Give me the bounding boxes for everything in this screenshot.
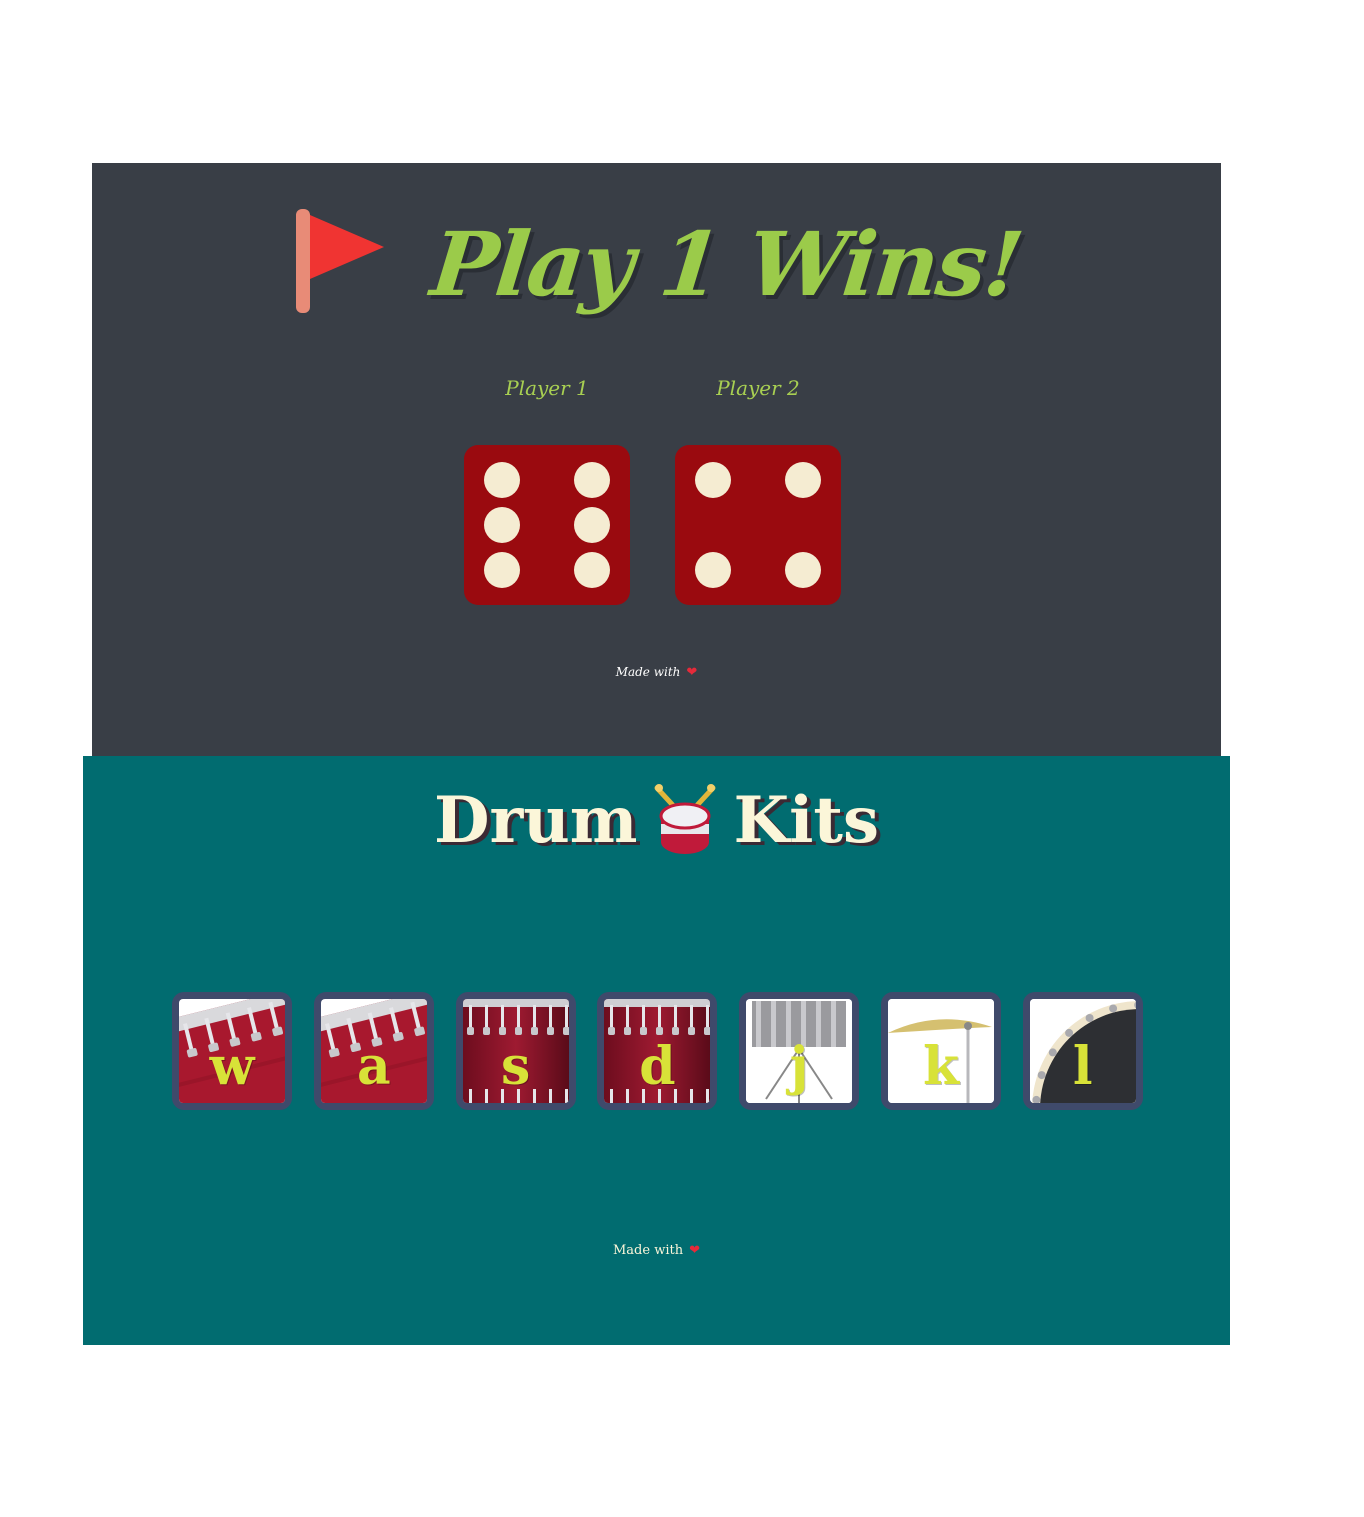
die-pip bbox=[785, 462, 821, 498]
heart-icon: ❤ bbox=[686, 665, 698, 680]
drum-footer: Made with ❤ bbox=[83, 1243, 1230, 1258]
drum-key-w[interactable]: w bbox=[172, 992, 292, 1110]
tom-4-image: d bbox=[604, 999, 711, 1103]
drum-key-s[interactable]: s bbox=[455, 992, 576, 1110]
dice-footer: Made with ❤ bbox=[92, 665, 1221, 680]
drum-kit-panel: Drum Kits w a s d j k l Made with ❤ bbox=[83, 756, 1230, 1345]
die-pip bbox=[484, 507, 520, 543]
footer-text: Made with bbox=[615, 665, 681, 679]
tom-1-image: w bbox=[179, 999, 285, 1103]
die-pip bbox=[695, 462, 731, 498]
tom-3-image: s bbox=[462, 999, 569, 1103]
drum-key-d[interactable]: d bbox=[597, 992, 718, 1110]
player-2-label: Player 2 bbox=[716, 376, 800, 400]
drum-title: Drum Kits bbox=[83, 780, 1230, 860]
red-flag-icon bbox=[295, 209, 384, 313]
dice-game-panel: Play 1 Wins! Player 1 Player 2 Made with… bbox=[92, 163, 1221, 756]
dice-title: Play 1 Wins! bbox=[92, 199, 1221, 329]
drum-title-right: Kits bbox=[733, 782, 879, 858]
drum-title-left: Drum bbox=[434, 782, 638, 858]
snare-image: j bbox=[746, 999, 853, 1103]
drum-key-label: l bbox=[1072, 1036, 1093, 1097]
drum-key-label: w bbox=[209, 1036, 255, 1097]
drum-keys: wasdjkl bbox=[172, 992, 1152, 1112]
tom-2-image: a bbox=[320, 999, 427, 1103]
heart-icon: ❤ bbox=[689, 1243, 700, 1258]
drum-key-label: s bbox=[500, 1036, 531, 1097]
die-pip bbox=[484, 552, 520, 588]
drum-key-l[interactable]: l bbox=[1022, 992, 1143, 1110]
player-1: Player 1 bbox=[462, 373, 632, 605]
drum-key-label: a bbox=[356, 1036, 391, 1097]
drum-key-j[interactable]: j bbox=[739, 992, 860, 1110]
die-player-2 bbox=[675, 445, 841, 605]
player-1-label: Player 1 bbox=[505, 376, 589, 400]
crash-image: k bbox=[888, 999, 994, 1103]
die-pip bbox=[484, 462, 520, 498]
drum-key-label: d bbox=[639, 1036, 676, 1097]
die-pip bbox=[785, 552, 821, 588]
footer-text: Made with bbox=[613, 1243, 684, 1258]
kick-image: l bbox=[1029, 999, 1136, 1103]
drum-icon bbox=[654, 784, 716, 854]
die-pip bbox=[574, 462, 610, 498]
drum-key-k[interactable]: k bbox=[881, 992, 1001, 1110]
page-title: Play 1 Wins! bbox=[426, 212, 1027, 316]
drum-key-a[interactable]: a bbox=[313, 992, 434, 1110]
drum-key-label: j bbox=[789, 1036, 809, 1097]
die-player-1 bbox=[464, 445, 630, 605]
die-pip bbox=[695, 552, 731, 588]
drum-key-label: k bbox=[922, 1036, 960, 1097]
player-2: Player 2 bbox=[673, 373, 843, 605]
die-pip bbox=[574, 507, 610, 543]
die-pip bbox=[574, 552, 610, 588]
